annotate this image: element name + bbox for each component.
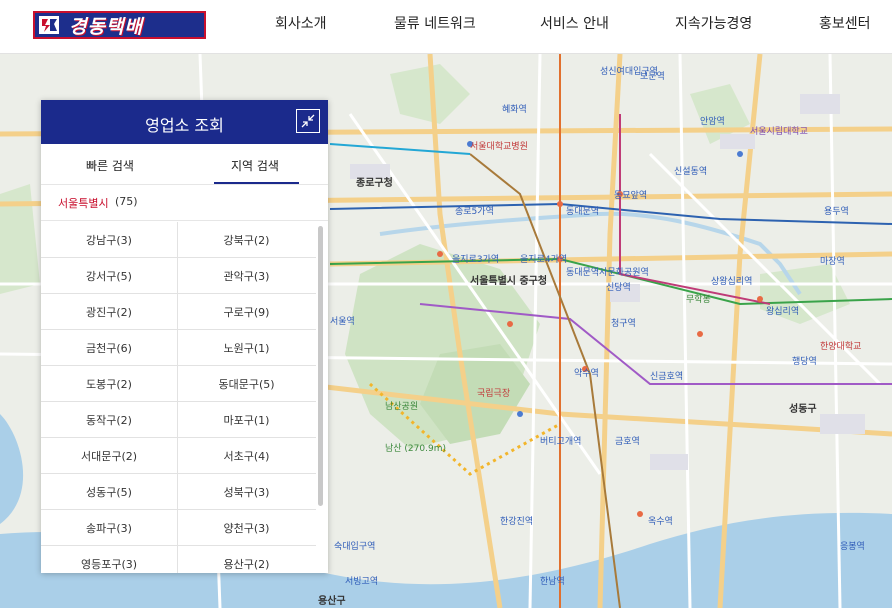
kyungdong-logo[interactable]: 경동택배 <box>33 11 206 39</box>
map-label: 청구역 <box>611 319 636 329</box>
district-item[interactable]: 노원구(1) <box>178 330 315 366</box>
map-label: 한양대학교 <box>820 342 862 352</box>
district-item[interactable]: 양천구(3) <box>178 510 315 546</box>
map-label: 숙대입구역 <box>334 542 376 552</box>
district-item[interactable]: 송파구(3) <box>41 510 178 546</box>
map-label: 신금호역 <box>650 372 684 382</box>
district-item[interactable]: 금천구(6) <box>41 330 178 366</box>
region-header[interactable]: 서울특별시 (75) <box>41 185 328 221</box>
district-row: 영등포구(3) 용산구(2) <box>41 546 316 573</box>
map-label: 한남역 <box>540 577 565 587</box>
district-item[interactable]: 서대문구(2) <box>41 438 178 474</box>
map-label: 종로구청 <box>356 178 393 189</box>
map-label: 혜화역 <box>502 105 527 115</box>
map-label: 국립극장 <box>477 389 511 399</box>
district-list-scrollbar[interactable] <box>318 226 323 506</box>
district-row: 동작구(2) 마포구(1) <box>41 402 316 438</box>
map-label: 을지로4가역 <box>520 255 568 265</box>
district-item[interactable]: 동대문구(5) <box>178 366 315 402</box>
district-item[interactable]: 강북구(2) <box>178 222 315 258</box>
map-label: 안암역 <box>700 117 725 127</box>
district-item[interactable]: 관악구(3) <box>178 258 315 294</box>
map-label: 응봉역 <box>840 542 865 552</box>
district-row: 서대문구(2) 서초구(4) <box>41 438 316 474</box>
map-label: 서울역 <box>330 317 355 327</box>
district-row: 광진구(2) 구로구(9) <box>41 294 316 330</box>
map-label: 남산 (270.9m) <box>385 444 446 454</box>
map-label: 종로5가역 <box>455 207 494 217</box>
site-header: 경동택배 회사소개 물류 네트워크 서비스 안내 지속가능경영 홍보센터 <box>0 0 892 54</box>
map-label: 신당역 <box>606 283 631 293</box>
district-item[interactable]: 광진구(2) <box>41 294 178 330</box>
map-label: 남산공원 <box>385 402 419 412</box>
district-item[interactable]: 성동구(5) <box>41 474 178 510</box>
map-label: 무학봉 <box>686 295 711 305</box>
active-tab-indicator <box>214 182 299 184</box>
district-grid: 강남구(3) 강북구(2) 강서구(5) 관악구(3) 광진구(2) 구로구(9) 금천구(… <box>41 222 316 573</box>
district-item[interactable]: 성북구(3) <box>178 474 315 510</box>
map-label: 신설동역 <box>674 167 708 177</box>
nav-logistics-network[interactable]: 물류 네트워크 <box>394 13 476 33</box>
map-label: 버티고개역 <box>540 437 582 447</box>
district-item[interactable]: 강서구(5) <box>41 258 178 294</box>
nav-pr-center[interactable]: 홍보센터 <box>819 13 871 33</box>
branch-search-panel: 영업소 조회 빠른 검색 지역 검색 서울특별시 (75) 강남구(3) 강북구(… <box>41 100 328 573</box>
district-item[interactable]: 도봉구(2) <box>41 366 178 402</box>
map-label: 한강진역 <box>500 517 534 527</box>
nav-company-intro[interactable]: 회사소개 <box>275 13 327 33</box>
district-row: 송파구(3) 양천구(3) <box>41 510 316 546</box>
map-label: 성동구 <box>789 404 817 415</box>
map-label: 을지로3가역 <box>452 255 500 265</box>
district-item[interactable]: 동작구(2) <box>41 402 178 438</box>
map-label: 옥수역 <box>648 517 673 527</box>
logo-mark-icon <box>35 13 63 37</box>
district-row: 성동구(5) 성북구(3) <box>41 474 316 510</box>
map-label: 약수역 <box>574 369 599 379</box>
map-label: 동대문역 <box>566 207 600 217</box>
map-label: 행당역 <box>792 357 817 367</box>
district-item[interactable]: 강남구(3) <box>41 222 178 258</box>
region-name: 서울특별시 <box>58 197 109 210</box>
map-label: 서울대학교병원 <box>470 142 528 152</box>
district-row: 금천구(6) 노원구(1) <box>41 330 316 366</box>
tab-region-search[interactable]: 지역 검색 <box>231 157 279 174</box>
district-row: 강서구(5) 관악구(3) <box>41 258 316 294</box>
collapse-arrows-icon[interactable] <box>296 109 320 133</box>
map-label: 서울특별시 중구청 <box>470 276 548 287</box>
map-label: 동묘앞역 <box>614 191 648 201</box>
map-label: 용두역 <box>824 207 849 217</box>
tab-quick-search[interactable]: 빠른 검색 <box>86 157 134 174</box>
district-item[interactable]: 용산구(2) <box>178 546 315 573</box>
panel-header: 영업소 조회 <box>41 100 328 144</box>
district-item[interactable]: 서초구(4) <box>178 438 315 474</box>
region-count: (75) <box>115 195 138 208</box>
map-label: 상왕십리역 <box>711 277 753 287</box>
map-label: 금호역 <box>615 437 640 447</box>
map-label: 동대문역사문화공원역 <box>566 268 649 278</box>
map-label: 왕십리역 <box>766 307 800 317</box>
district-list: 강남구(3) 강북구(2) 강서구(5) 관악구(3) 광진구(2) 구로구(9) 금천구(… <box>41 222 328 573</box>
nav-service-guide[interactable]: 서비스 안내 <box>540 13 609 33</box>
district-item[interactable]: 영등포구(3) <box>41 546 178 573</box>
district-item[interactable]: 구로구(9) <box>178 294 315 330</box>
map-label: 서울시립대학교 <box>750 127 808 137</box>
map-label: 서빙고역 <box>345 577 379 587</box>
map-label: 용산구 <box>318 596 346 607</box>
search-tabs: 빠른 검색 지역 검색 <box>41 144 328 185</box>
panel-title: 영업소 조회 <box>145 116 224 135</box>
district-row: 강남구(3) 강북구(2) <box>41 222 316 258</box>
nav-sustainability[interactable]: 지속가능경영 <box>675 13 752 33</box>
map-label: 마장역 <box>820 257 845 267</box>
map-label: 보문역 <box>640 72 665 82</box>
logo-text: 경동택배 <box>69 15 143 38</box>
district-row: 도봉구(2) 동대문구(5) <box>41 366 316 402</box>
district-item[interactable]: 마포구(1) <box>178 402 315 438</box>
